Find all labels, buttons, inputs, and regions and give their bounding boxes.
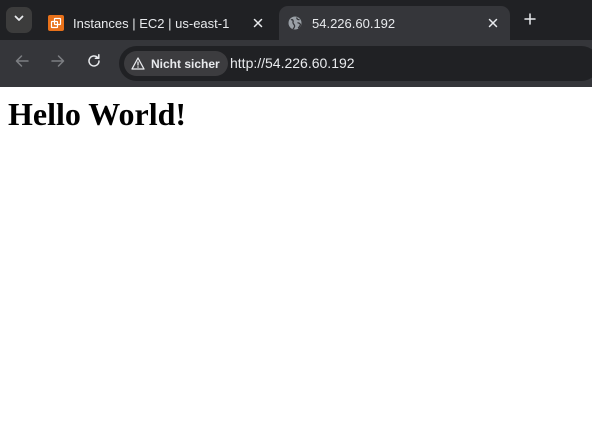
- security-chip-label: Nicht sicher: [151, 56, 220, 71]
- chevron-down-icon: [13, 11, 25, 29]
- close-tab-icon[interactable]: [485, 15, 501, 31]
- tab-title: 54.226.60.192: [312, 15, 396, 31]
- forward-button[interactable]: [46, 51, 70, 75]
- aws-ec2-icon: [48, 15, 64, 31]
- tab-strip: Instances | EC2 | us-east-1 54.226.60.19…: [0, 0, 592, 40]
- address-bar[interactable]: Nicht sicher http://54.226.60.192: [119, 46, 592, 81]
- security-chip[interactable]: Nicht sicher: [124, 51, 228, 76]
- tab-search-button[interactable]: [6, 7, 32, 33]
- reload-icon: [86, 53, 102, 74]
- url-text[interactable]: http://54.226.60.192: [230, 55, 355, 71]
- globe-icon: [287, 15, 303, 31]
- arrow-right-icon: [50, 53, 66, 74]
- tab-active-page[interactable]: 54.226.60.192: [279, 6, 510, 40]
- page-content: Hello World!: [0, 87, 592, 435]
- close-tab-icon[interactable]: [250, 15, 266, 31]
- back-button[interactable]: [10, 51, 34, 75]
- tab-instances-ec2[interactable]: Instances | EC2 | us-east-1: [40, 6, 275, 40]
- new-tab-button[interactable]: [518, 9, 542, 33]
- browser-toolbar: Nicht sicher http://54.226.60.192: [0, 40, 592, 87]
- arrow-left-icon: [14, 53, 30, 74]
- plus-icon: [524, 12, 536, 30]
- tab-title: Instances | EC2 | us-east-1: [73, 15, 230, 31]
- page-heading: Hello World!: [8, 96, 187, 132]
- reload-button[interactable]: [82, 51, 106, 75]
- warning-triangle-icon: [130, 56, 146, 72]
